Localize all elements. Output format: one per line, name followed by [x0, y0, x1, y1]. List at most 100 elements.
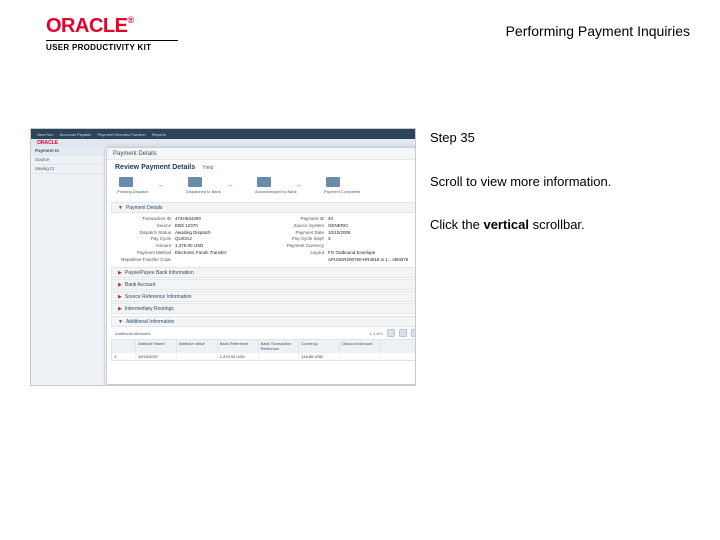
modal-subtitle-text: Review Payment Details [115, 164, 195, 171]
detail-row: Pay CycleQUICK2 [119, 236, 262, 243]
flow-label: Payment Completed [324, 189, 342, 194]
section-payment-details[interactable]: ▼Payment Details [111, 202, 416, 213]
detail-row: Payment Method Electronic Funds Transfer [119, 250, 262, 257]
detail-row: Payment Currency [272, 243, 415, 250]
th-cell [381, 340, 416, 352]
detail-key: Repetitive Transfer Code [119, 257, 171, 264]
rail-title: Payment In [31, 147, 104, 156]
td-cell [177, 352, 218, 360]
detail-row: Layout FG Outbound Envelope [272, 250, 415, 257]
detail-key: Source [119, 223, 171, 230]
status-flow: Pending Dispatch → Dispatched to Bank → … [107, 175, 416, 200]
topnav-item[interactable]: Reports [152, 132, 166, 137]
detail-row: Repetitive Transfer Code [119, 257, 262, 264]
th-cell: Currency [299, 340, 340, 352]
grid-icon[interactable] [387, 329, 395, 337]
detail-row: Amount1,375.00 USD [119, 243, 262, 250]
detail-row: Source System GENERIC [272, 223, 415, 230]
ack-icon [257, 177, 271, 187]
modal-titlebar: Payment Details × [107, 148, 416, 160]
detail-row: Dispatch Status Awaiting Dispatch [119, 230, 262, 237]
page-title: Performing Payment Inquiries [506, 23, 690, 39]
detail-val: 1,375.00 USD [175, 243, 203, 250]
td-cell: 10/10/2007 [136, 352, 177, 360]
detail-key: Payment ID [272, 216, 324, 223]
app-brand-band: ORACLE [31, 139, 415, 147]
settings-icon[interactable] [411, 329, 416, 337]
detail-val: FG Outbound Envelope [328, 250, 375, 257]
instruction-column: Step 35 Scroll to view more information.… [430, 128, 690, 235]
detail-val: 44 [328, 216, 333, 223]
details-grid: Transaction ID 474H634300 Source EBS 12370… [107, 213, 416, 266]
triangle-right-icon: ▶ [118, 282, 122, 288]
flow-label: Pending Dispatch [117, 189, 135, 194]
main-pane: Payment Details × Review Payment Details… [105, 147, 405, 385]
logo-divider [46, 40, 178, 41]
detail-val: EBS 12370 [175, 223, 198, 230]
section-label: Intermediary Routings [125, 306, 174, 312]
payment-details-modal: Payment Details × Review Payment Details… [106, 147, 416, 385]
detail-key: Transaction ID [119, 216, 171, 223]
dispatch-icon [119, 177, 133, 187]
details-col-right: Payment ID 44 Source System GENERIC Paymen… [272, 216, 415, 263]
triangle-down-icon: ▼ [118, 319, 123, 325]
detail-key: Payment Date [272, 230, 324, 237]
flow-step: Dispatched to Bank [186, 177, 204, 194]
th-cell: Bank Transaction Reference [259, 340, 300, 352]
table-header: Attribute Name Attribute Value Bank Refe… [112, 340, 416, 352]
logo-reg: ® [127, 15, 133, 25]
detail-key: Dispatch Status [119, 230, 171, 237]
flow-label: Acknowledged by Bank [255, 189, 273, 194]
detail-val: Awaiting Dispatch [175, 230, 211, 237]
toolbar-label: Additional Attributes [115, 331, 150, 336]
detail-key: Payment Currency [272, 243, 324, 250]
detail-key: Pay Cycle [119, 236, 171, 243]
detail-row: Payment Date10/10/2008 [272, 230, 415, 237]
bank-icon [188, 177, 202, 187]
detail-row: Payment ID 44 [272, 216, 415, 223]
section-intermediary[interactable]: ▶Intermediary Routings [111, 303, 416, 314]
th-cell: Attribute Name [136, 340, 177, 352]
detail-val: APUSER200760-HR4918 si 1…25KB76 [328, 257, 408, 264]
topnav-item[interactable]: Payment Records Function [97, 132, 145, 137]
td-cell [259, 352, 300, 360]
rail-item[interactable]: Source [31, 156, 104, 165]
logo-sub: USER PRODUCTIVITY KIT [46, 43, 178, 52]
flow-step: Pending Dispatch [117, 177, 135, 194]
section-payee[interactable]: ▶Payee/Payee Bank Information [111, 267, 416, 278]
section-source-ref[interactable]: ▶Source Reference Information [111, 291, 416, 302]
flow-step: Acknowledged by Bank [255, 177, 273, 194]
help-link[interactable]: Help [203, 165, 213, 171]
section-label: Payee/Payee Bank Information [125, 270, 194, 276]
td-cell: 1,375.00 USD [218, 352, 259, 360]
detail-val: GENERIC [328, 223, 349, 230]
td-cell: 1 [112, 352, 136, 360]
detail-val: 474H634300 [175, 216, 201, 223]
topnav-item[interactable]: New Run [37, 132, 53, 137]
detail-key: Layout [272, 250, 324, 257]
section-bank-account[interactable]: ▶Bank Account [111, 279, 416, 290]
detail-val: Electronic Funds Transfer [175, 250, 226, 257]
detail-key: Payment Method [119, 250, 171, 257]
section-additional-info[interactable]: ▼Additional Information [111, 316, 416, 327]
triangle-right-icon: ▶ [118, 306, 122, 312]
left-rail: Payment In Source Saving Cr [31, 147, 105, 385]
td-cell [381, 352, 416, 360]
detail-key [272, 257, 324, 264]
triangle-right-icon: ▶ [118, 270, 122, 276]
triangle-right-icon: ▶ [118, 294, 122, 300]
row-count: 1-1 of 1 [369, 331, 383, 336]
detail-key: Source System [272, 223, 324, 230]
instruction-post: scrollbar. [529, 217, 585, 232]
detail-key: Pay Cycle Seq# [272, 236, 324, 243]
detail-row: Transaction ID 474H634300 [119, 216, 262, 223]
detail-row: APUSER200760-HR4918 si 1…25KB76 [272, 257, 415, 264]
topnav-item[interactable]: Accounts Payable [59, 132, 91, 137]
rail-item[interactable]: Saving Cr [31, 165, 104, 174]
section-label: Source Reference Information [125, 294, 192, 300]
table-row[interactable]: 1 10/10/2007 1,375.00 USD 116.86 USD [112, 352, 416, 360]
export-icon[interactable] [399, 329, 407, 337]
app-brand: ORACLE [31, 139, 415, 146]
step-number: Step 35 [430, 128, 690, 148]
section-label: Bank Account [125, 282, 156, 288]
